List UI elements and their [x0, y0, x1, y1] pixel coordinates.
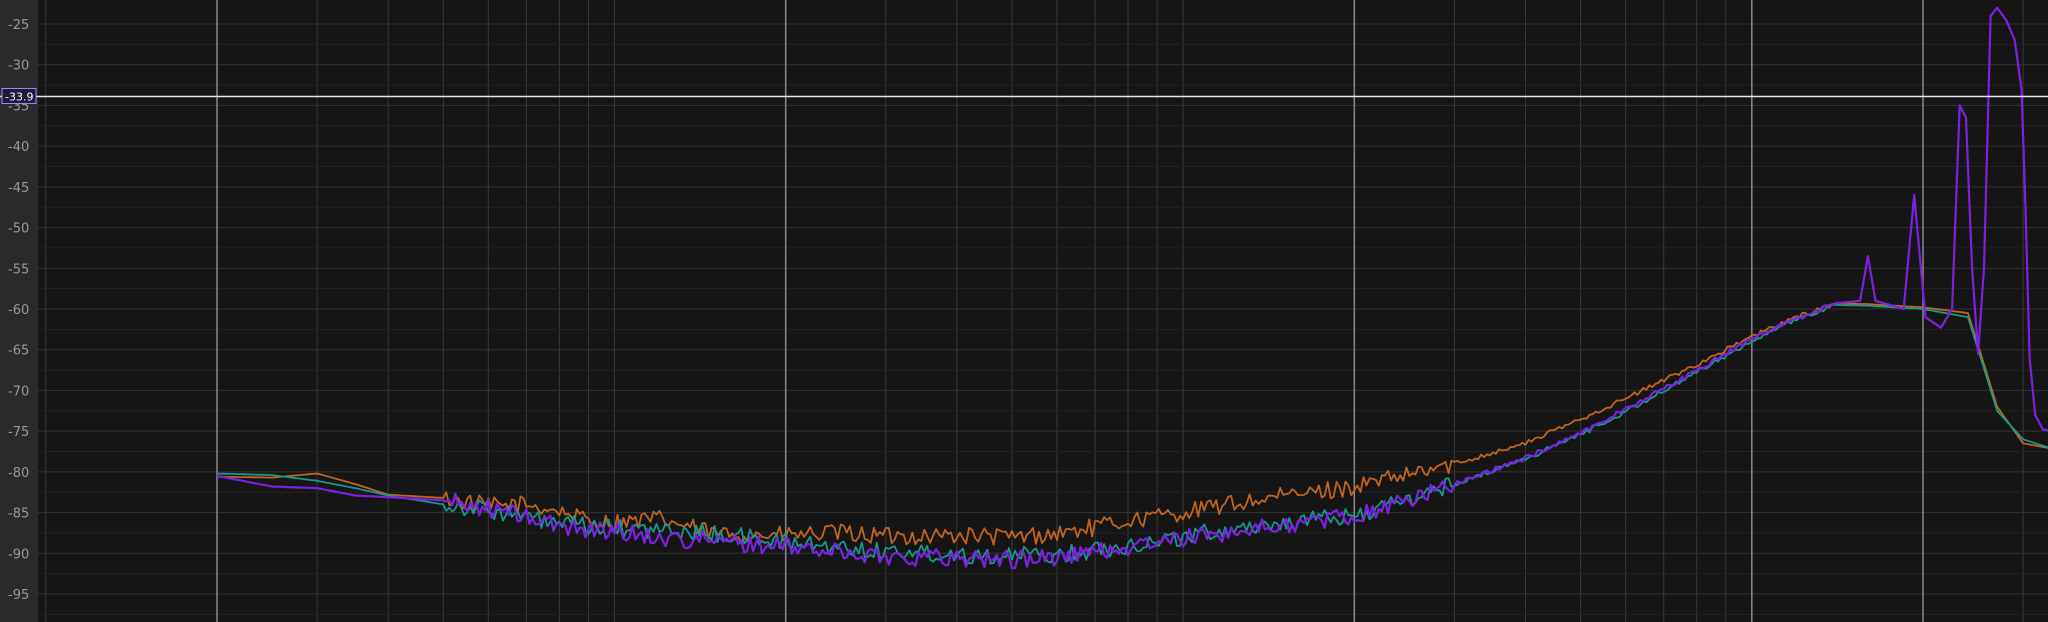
y-tick-label: -30 [8, 59, 29, 74]
y-tick-label: -95 [8, 588, 29, 603]
y-tick-label: -70 [8, 384, 29, 399]
cursor-readout: -33.9 [5, 90, 33, 103]
y-tick-label: -25 [8, 18, 29, 33]
y-tick-label: -50 [8, 222, 29, 237]
spectrum-analyzer-chart[interactable]: -25-30-35-40-45-50-55-60-65-70-75-80-85-… [0, 0, 2048, 622]
y-tick-label: -55 [8, 262, 29, 277]
y-tick-label: -75 [8, 425, 29, 440]
y-tick-label: -40 [8, 140, 29, 155]
y-tick-label: -45 [8, 181, 29, 196]
plot-background [0, 0, 2048, 622]
y-tick-label: -90 [8, 547, 29, 562]
y-tick-label: -80 [8, 466, 29, 481]
y-axis-tick-labels: -25-30-35-40-45-50-55-60-65-70-75-80-85-… [8, 18, 29, 603]
y-tick-label: -85 [8, 507, 29, 522]
y-tick-label: -65 [8, 344, 29, 359]
y-tick-label: -60 [8, 303, 29, 318]
